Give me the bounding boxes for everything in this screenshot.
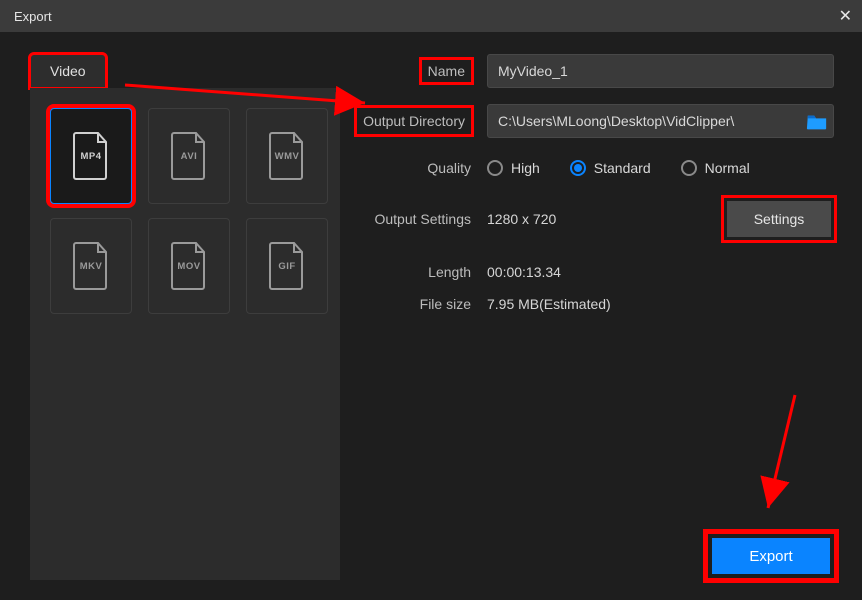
radio-icon bbox=[487, 160, 503, 176]
file-icon: WMV bbox=[266, 131, 308, 181]
titlebar: Export ✕ bbox=[0, 0, 862, 32]
row-quality: Quality High Standard Normal bbox=[352, 160, 834, 176]
radio-high[interactable]: High bbox=[487, 160, 540, 176]
radio-icon bbox=[681, 160, 697, 176]
tab-video-label: Video bbox=[50, 63, 86, 79]
quality-radios: High Standard Normal bbox=[487, 160, 834, 176]
right-panel: Name Output Directory Quality Hig bbox=[352, 54, 834, 580]
format-label: WMV bbox=[275, 151, 300, 162]
file-icon: MP4 bbox=[70, 131, 112, 181]
radio-normal-label: Normal bbox=[705, 160, 750, 176]
output-settings-value: 1280 x 720 bbox=[487, 211, 724, 227]
settings-highlight: Settings bbox=[724, 198, 834, 240]
format-mov[interactable]: MOV bbox=[148, 218, 230, 314]
format-gif[interactable]: GIF bbox=[246, 218, 328, 314]
row-name: Name bbox=[352, 54, 834, 88]
directory-input[interactable] bbox=[487, 104, 834, 138]
file-icon: AVI bbox=[168, 131, 210, 181]
radio-icon bbox=[570, 160, 586, 176]
format-avi[interactable]: AVI bbox=[148, 108, 230, 204]
output-settings-label: Output Settings bbox=[352, 211, 487, 227]
format-mp4[interactable]: MP4 bbox=[50, 108, 132, 204]
content: Video MP4 AVI bbox=[0, 32, 862, 600]
format-label: AVI bbox=[181, 151, 198, 162]
radio-high-label: High bbox=[511, 160, 540, 176]
settings-button[interactable]: Settings bbox=[727, 201, 831, 237]
tab-row: Video bbox=[30, 54, 340, 88]
radio-standard-label: Standard bbox=[594, 160, 651, 176]
export-button[interactable]: Export bbox=[712, 538, 830, 574]
length-label: Length bbox=[352, 264, 487, 280]
radio-standard[interactable]: Standard bbox=[570, 160, 651, 176]
format-grid: MP4 AVI WMV MKV bbox=[30, 88, 340, 580]
format-label: GIF bbox=[278, 261, 295, 272]
format-label: MP4 bbox=[80, 151, 101, 162]
filesize-label: File size bbox=[352, 296, 487, 312]
format-wmv[interactable]: WMV bbox=[246, 108, 328, 204]
left-panel: Video MP4 AVI bbox=[30, 54, 340, 580]
name-input[interactable] bbox=[487, 54, 834, 88]
close-icon[interactable]: ✕ bbox=[839, 6, 852, 26]
directory-label: Output Directory bbox=[352, 113, 487, 129]
format-mkv[interactable]: MKV bbox=[50, 218, 132, 314]
folder-icon bbox=[806, 112, 828, 130]
length-value: 00:00:13.34 bbox=[487, 264, 834, 280]
file-icon: GIF bbox=[266, 241, 308, 291]
window-title: Export bbox=[14, 9, 52, 24]
browse-folder-button[interactable] bbox=[806, 112, 828, 130]
format-label: MOV bbox=[177, 261, 200, 272]
file-icon: MOV bbox=[168, 241, 210, 291]
filesize-value: 7.95 MB(Estimated) bbox=[487, 296, 834, 312]
format-label: MKV bbox=[80, 261, 103, 272]
file-icon: MKV bbox=[70, 241, 112, 291]
row-output-settings: Output Settings 1280 x 720 Settings bbox=[352, 198, 834, 240]
row-filesize: File size 7.95 MB(Estimated) bbox=[352, 296, 834, 312]
row-directory: Output Directory bbox=[352, 104, 834, 138]
export-highlight: Export bbox=[708, 534, 834, 578]
row-length: Length 00:00:13.34 bbox=[352, 264, 834, 280]
directory-wrap bbox=[487, 104, 834, 138]
radio-normal[interactable]: Normal bbox=[681, 160, 750, 176]
name-label: Name bbox=[352, 63, 487, 79]
tab-video[interactable]: Video bbox=[30, 54, 106, 88]
quality-label: Quality bbox=[352, 160, 487, 176]
